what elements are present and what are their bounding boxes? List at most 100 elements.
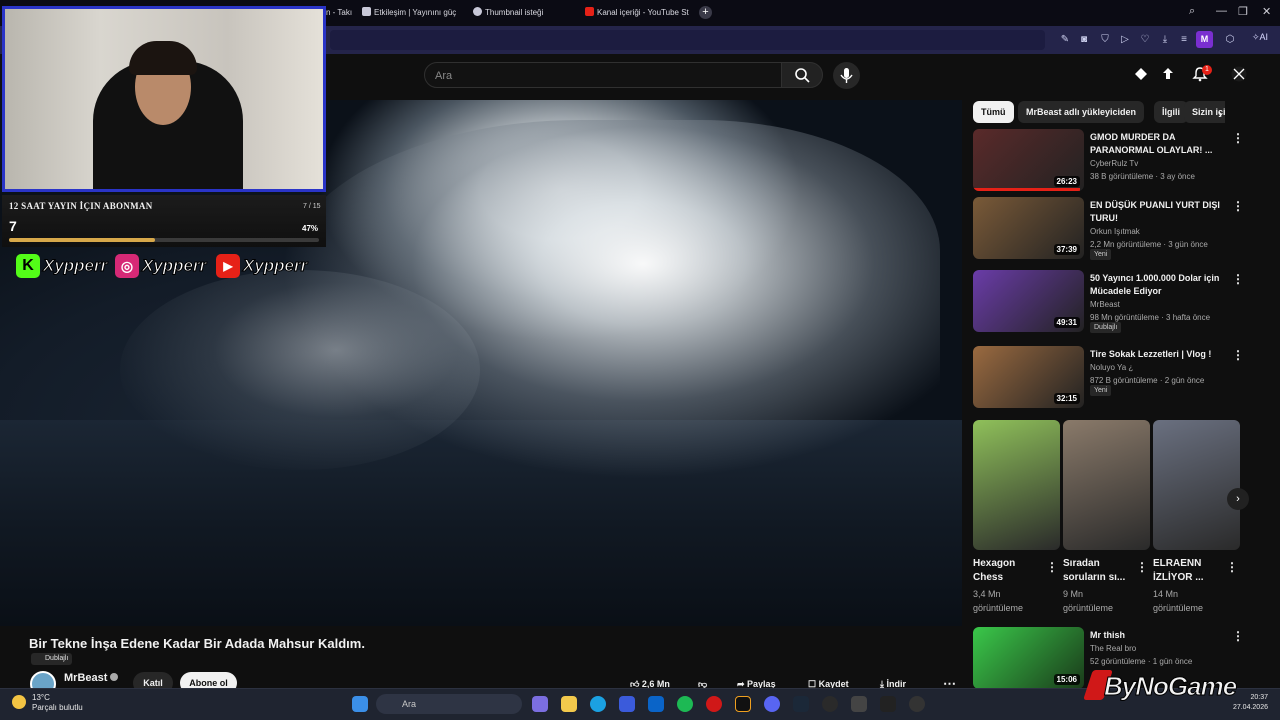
- upload-icon[interactable]: [1160, 66, 1176, 82]
- extensions-icon[interactable]: ⬡: [1223, 33, 1237, 47]
- recommendation-thumbnail[interactable]: 26:23: [973, 129, 1084, 191]
- short-menu-icon[interactable]: ⋮: [1046, 560, 1058, 574]
- recommendation-menu-icon[interactable]: ⋮: [1232, 131, 1244, 145]
- dubbed-badge: Dublajlı: [31, 653, 73, 665]
- short-title[interactable]: Sıradan soruların sı...: [1063, 557, 1133, 585]
- shield-icon[interactable]: ⛉: [1098, 33, 1112, 47]
- edit-icon[interactable]: ✎: [1058, 33, 1072, 47]
- terminal-icon[interactable]: [735, 696, 751, 712]
- short-item[interactable]: ELRAENN İZLİYOR ... 14 Mn görüntüleme ⋮: [1153, 420, 1240, 615]
- recommendation-menu-icon[interactable]: ⋮: [1232, 199, 1244, 213]
- recommendation-channel[interactable]: The Real bro: [1090, 644, 1136, 653]
- short-title[interactable]: ELRAENN İZLİYOR ...: [1153, 557, 1223, 585]
- file-explorer-icon[interactable]: [561, 696, 577, 712]
- camera-icon[interactable]: ◙: [1077, 33, 1091, 47]
- address-bar[interactable]: [330, 30, 1045, 50]
- youtube-favicon-icon: [585, 7, 594, 16]
- recommendation-title[interactable]: Mr thish: [1090, 629, 1228, 642]
- recommendation-title[interactable]: EN DÜŞÜK PUANLI YURT DIŞI TURU!: [1090, 199, 1228, 225]
- recommendation-channel[interactable]: Noluyo Ya ¿: [1090, 363, 1133, 372]
- voice-search-button[interactable]: [833, 62, 860, 89]
- short-menu-icon[interactable]: ⋮: [1136, 560, 1148, 574]
- maximize-button[interactable]: ❐: [1238, 5, 1248, 18]
- profile-avatar[interactable]: M: [1196, 31, 1213, 48]
- recommendation-item[interactable]: 37:39 EN DÜŞÜK PUANLI YURT DIŞI TURU! Orku…: [973, 197, 1244, 261]
- chip-related[interactable]: İlgili: [1154, 101, 1188, 123]
- channel-name[interactable]: MrBeast: [64, 672, 119, 684]
- recommendation-channel[interactable]: CyberRulz Tv: [1090, 159, 1138, 168]
- taskbar-search[interactable]: Ara: [376, 694, 522, 714]
- recommendation-title[interactable]: GMOD MURDER DA PARANORMAL OLAYLAR! ...: [1090, 131, 1228, 157]
- short-title[interactable]: Hexagon Chess: [973, 557, 1043, 585]
- goal-progress-bar: [9, 238, 319, 242]
- weather-sun-icon: [12, 695, 26, 709]
- obs-icon[interactable]: [822, 696, 838, 712]
- kick-handle: K Xypperr: [16, 252, 108, 280]
- close-window-button[interactable]: ✕: [1262, 5, 1271, 18]
- ai-button[interactable]: ✧AI: [1252, 32, 1268, 43]
- short-item[interactable]: Hexagon Chess 3,4 Mn görüntüleme ⋮: [973, 420, 1060, 615]
- recommendation-thumbnail[interactable]: 32:15: [973, 346, 1084, 408]
- heart-icon[interactable]: ♡: [1138, 33, 1152, 47]
- chips-next-chevron-icon[interactable]: ›: [1218, 106, 1222, 121]
- recommendation-title[interactable]: Tire Sokak Lezzetleri | Vlog !: [1090, 348, 1228, 361]
- tab-taki[interactable]: n - Takı: [326, 4, 354, 22]
- short-thumbnail[interactable]: [973, 420, 1060, 550]
- microphone-icon: [840, 68, 853, 83]
- spotify-icon[interactable]: [677, 696, 693, 712]
- discord-icon[interactable]: [764, 696, 780, 712]
- system-clock[interactable]: 20:37 27.04.2026: [1226, 693, 1268, 713]
- tab-label: Kanal içeriği - YouTube St: [597, 8, 689, 17]
- shorts-next-chevron-icon[interactable]: ›: [1227, 488, 1249, 510]
- short-views: 3,4 Mn görüntüleme: [973, 589, 1024, 613]
- recommendation-item[interactable]: 32:15 Tire Sokak Lezzetleri | Vlog ! Noluy…: [973, 346, 1244, 410]
- recommendation-menu-icon[interactable]: ⋮: [1232, 629, 1244, 643]
- recommendation-item[interactable]: 26:23 GMOD MURDER DA PARANORMAL OLAYLAR! …: [973, 129, 1244, 193]
- taskbar-search-placeholder: Ara: [402, 699, 417, 709]
- search-button[interactable]: [781, 62, 823, 88]
- recommendation-channel[interactable]: Orkun Işıtmak: [1090, 227, 1140, 236]
- minimize-button[interactable]: —: [1216, 5, 1227, 17]
- chip-all[interactable]: Tümü: [973, 101, 1014, 123]
- recommendation-meta: 872 B görüntüleme · 2 gün önce: [1090, 376, 1205, 385]
- tab-thumbnail[interactable]: Thumbnail isteği: [473, 4, 573, 22]
- tab-youtube-studio[interactable]: Kanal içeriği - YouTube St: [585, 4, 693, 22]
- capcut-icon[interactable]: [880, 696, 896, 712]
- tab-favicon-icon: [362, 7, 371, 16]
- account-avatar-icon[interactable]: [1231, 66, 1247, 82]
- opera-icon[interactable]: [706, 696, 722, 712]
- short-views: 14 Mn görüntüleme: [1153, 589, 1204, 613]
- search-tabs-icon[interactable]: ⌕: [1189, 5, 1195, 18]
- short-item[interactable]: Sıradan soruların sı... 9 Mn görüntüleme…: [1063, 420, 1150, 615]
- youtube-handle-text: Xypperr: [242, 256, 308, 276]
- create-icon[interactable]: [1133, 66, 1149, 82]
- windows-start-icon[interactable]: [352, 696, 368, 712]
- edge-icon[interactable]: [590, 696, 606, 712]
- recommendation-thumbnail[interactable]: 49:31: [973, 270, 1084, 332]
- steam-icon[interactable]: [793, 696, 809, 712]
- new-tab-button[interactable]: +: [699, 6, 712, 19]
- download-icon[interactable]: ⤓: [1158, 33, 1172, 47]
- tab-etkilesim[interactable]: Etkileşim | Yayınını güç: [362, 4, 468, 22]
- recommendation-menu-icon[interactable]: ⋮: [1232, 272, 1244, 286]
- recommendation-thumbnail[interactable]: 15:06: [973, 627, 1084, 689]
- short-menu-icon[interactable]: ⋮: [1226, 560, 1238, 574]
- short-thumbnail[interactable]: [1063, 420, 1150, 550]
- recommendation-thumbnail[interactable]: 37:39: [973, 197, 1084, 259]
- copilot-icon[interactable]: [532, 696, 548, 712]
- short-thumbnail[interactable]: [1153, 420, 1240, 550]
- weather-widget[interactable]: 13°C Parçalı bulutlu: [12, 693, 83, 713]
- recommendation-title[interactable]: 50 Yayıncı 1.000.000 Dolar için Mücadele…: [1090, 272, 1228, 298]
- outlook-icon[interactable]: [648, 696, 664, 712]
- app-grid-icon[interactable]: [851, 696, 867, 712]
- play-icon[interactable]: ▷: [1118, 33, 1132, 47]
- search-input[interactable]: Ara: [424, 62, 782, 88]
- menu-icon[interactable]: ≡: [1177, 33, 1191, 47]
- recommendation-menu-icon[interactable]: ⋮: [1232, 348, 1244, 362]
- recommendation-channel[interactable]: MrBeast: [1090, 300, 1120, 309]
- recommendation-item[interactable]: 49:31 50 Yayıncı 1.000.000 Dolar için Müc…: [973, 270, 1244, 334]
- media-player-icon[interactable]: [909, 696, 925, 712]
- instagram-icon: ◎: [115, 254, 139, 278]
- store-icon[interactable]: [619, 696, 635, 712]
- chip-from-uploader[interactable]: MrBeast adlı yükleyiciden: [1018, 101, 1145, 123]
